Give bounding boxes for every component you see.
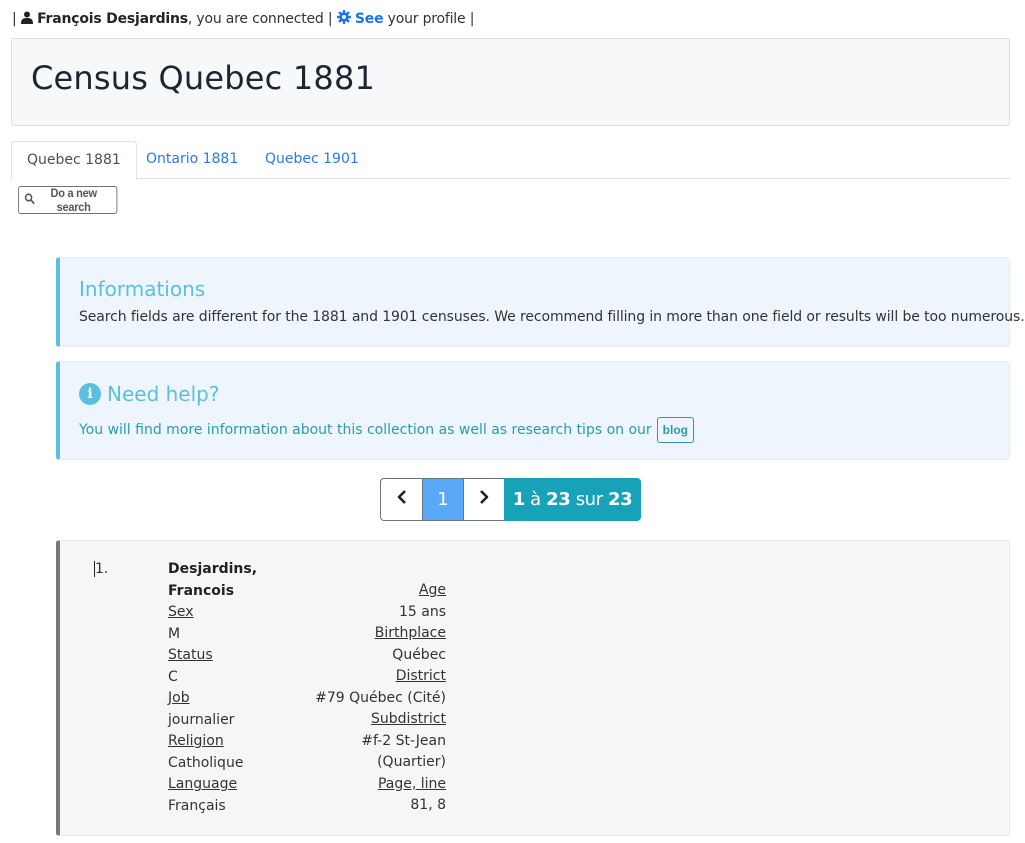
result-range-badge: 1 à 23 sur 23 [504, 478, 641, 521]
gear-icon[interactable] [336, 10, 351, 28]
new-search-button[interactable]: Do a new search [18, 186, 118, 214]
field-label-birthplace[interactable]: Birthplace [375, 625, 446, 641]
tab-quebec-1901[interactable]: Quebec 1901 [250, 141, 374, 179]
help-text: You will find more information about thi… [79, 422, 652, 438]
blog-button[interactable]: blog [656, 417, 694, 443]
help-title: i Need help? [79, 382, 219, 406]
field-value-job: journalier [168, 711, 235, 728]
info-icon: i [79, 383, 101, 405]
separator: | [469, 11, 475, 27]
search-icon [24, 193, 35, 207]
field-value-status: C [168, 668, 178, 685]
page-title: Census Quebec 1881 [31, 59, 376, 97]
pagination: 1 1 à 23 sur 23 [380, 478, 641, 521]
field-label-sex[interactable]: Sex [168, 604, 194, 620]
field-value-sex: M [168, 625, 181, 642]
range-word: à [530, 489, 541, 510]
range-total: 23 [608, 489, 633, 510]
informations-title: Informations [79, 277, 206, 301]
chevron-left-icon [397, 489, 407, 510]
field-label-job[interactable]: Job [168, 690, 190, 706]
range-start: 1 [512, 489, 526, 510]
page-header: Census Quebec 1881 [11, 38, 1010, 126]
help-alert: i Need help? You will find more informat… [56, 361, 1010, 460]
field-value-subdistrict: #f-2 St-Jean [361, 732, 446, 749]
field-label-page-line[interactable]: Page, line [378, 776, 446, 792]
field-label-language[interactable]: Language [168, 776, 237, 792]
given-name: Francois [168, 582, 235, 599]
field-label-district[interactable]: District [396, 668, 446, 684]
field-label-subdistrict[interactable]: Subdistrict [371, 711, 446, 727]
field-value-religion: Catholique [168, 754, 244, 771]
connected-text: , you are connected [187, 11, 324, 27]
user-status-bar: | François Desjardins, you are connected… [12, 10, 474, 28]
field-value-district: #79 Québec (Cité) [315, 689, 446, 706]
field-label-status[interactable]: Status [168, 647, 213, 663]
field-label-religion[interactable]: Religion [168, 733, 224, 749]
field-value-age: 15 ans [398, 603, 446, 620]
field-value-birthplace: Québec [392, 646, 446, 663]
result-right-column: Age 15 ans Birthplace Québec District #7… [280, 580, 446, 817]
user-name: François Desjardins [37, 11, 188, 27]
of-word: sur [575, 489, 603, 510]
result-person-name[interactable]: Desjardins, [168, 559, 257, 581]
separator: | [12, 11, 17, 27]
result-left-column: Francois Sex M Status C Job journalier R… [168, 583, 298, 817]
surname: Desjardins, [168, 561, 258, 577]
previous-page-button[interactable] [380, 478, 422, 521]
range-end: 23 [546, 489, 571, 510]
informations-text: Search fields are different for the 1881… [79, 309, 1025, 325]
user-icon [20, 11, 33, 28]
help-text-line: You will find more information about thi… [79, 417, 694, 443]
separator: | [327, 11, 333, 27]
profile-text: your profile [383, 11, 466, 27]
page-1-button[interactable]: 1 [422, 478, 463, 521]
field-value-subdistrict-type: (Quartier) [377, 754, 446, 770]
field-value-language: Français [168, 797, 226, 814]
result-item: 1. Desjardins, Francois Sex M Status C J… [56, 540, 1010, 836]
field-value-page-line: 81, 8 [410, 797, 446, 813]
help-title-text: Need help? [107, 382, 220, 406]
tab-ontario-1881[interactable]: Ontario 1881 [131, 141, 253, 179]
chevron-right-icon [479, 489, 489, 510]
informations-alert: Informations Search fields are different… [56, 257, 1025, 347]
new-search-label: Do a new search [50, 186, 98, 214]
see-profile-link[interactable]: See [355, 11, 384, 27]
result-index: 1. [94, 561, 109, 577]
next-page-button[interactable] [463, 478, 504, 521]
census-tabs: Quebec 1881 Ontario 1881 Quebec 1901 [11, 141, 1010, 180]
field-label-age[interactable]: Age [419, 582, 446, 598]
tab-quebec-1881[interactable]: Quebec 1881 [11, 141, 137, 180]
